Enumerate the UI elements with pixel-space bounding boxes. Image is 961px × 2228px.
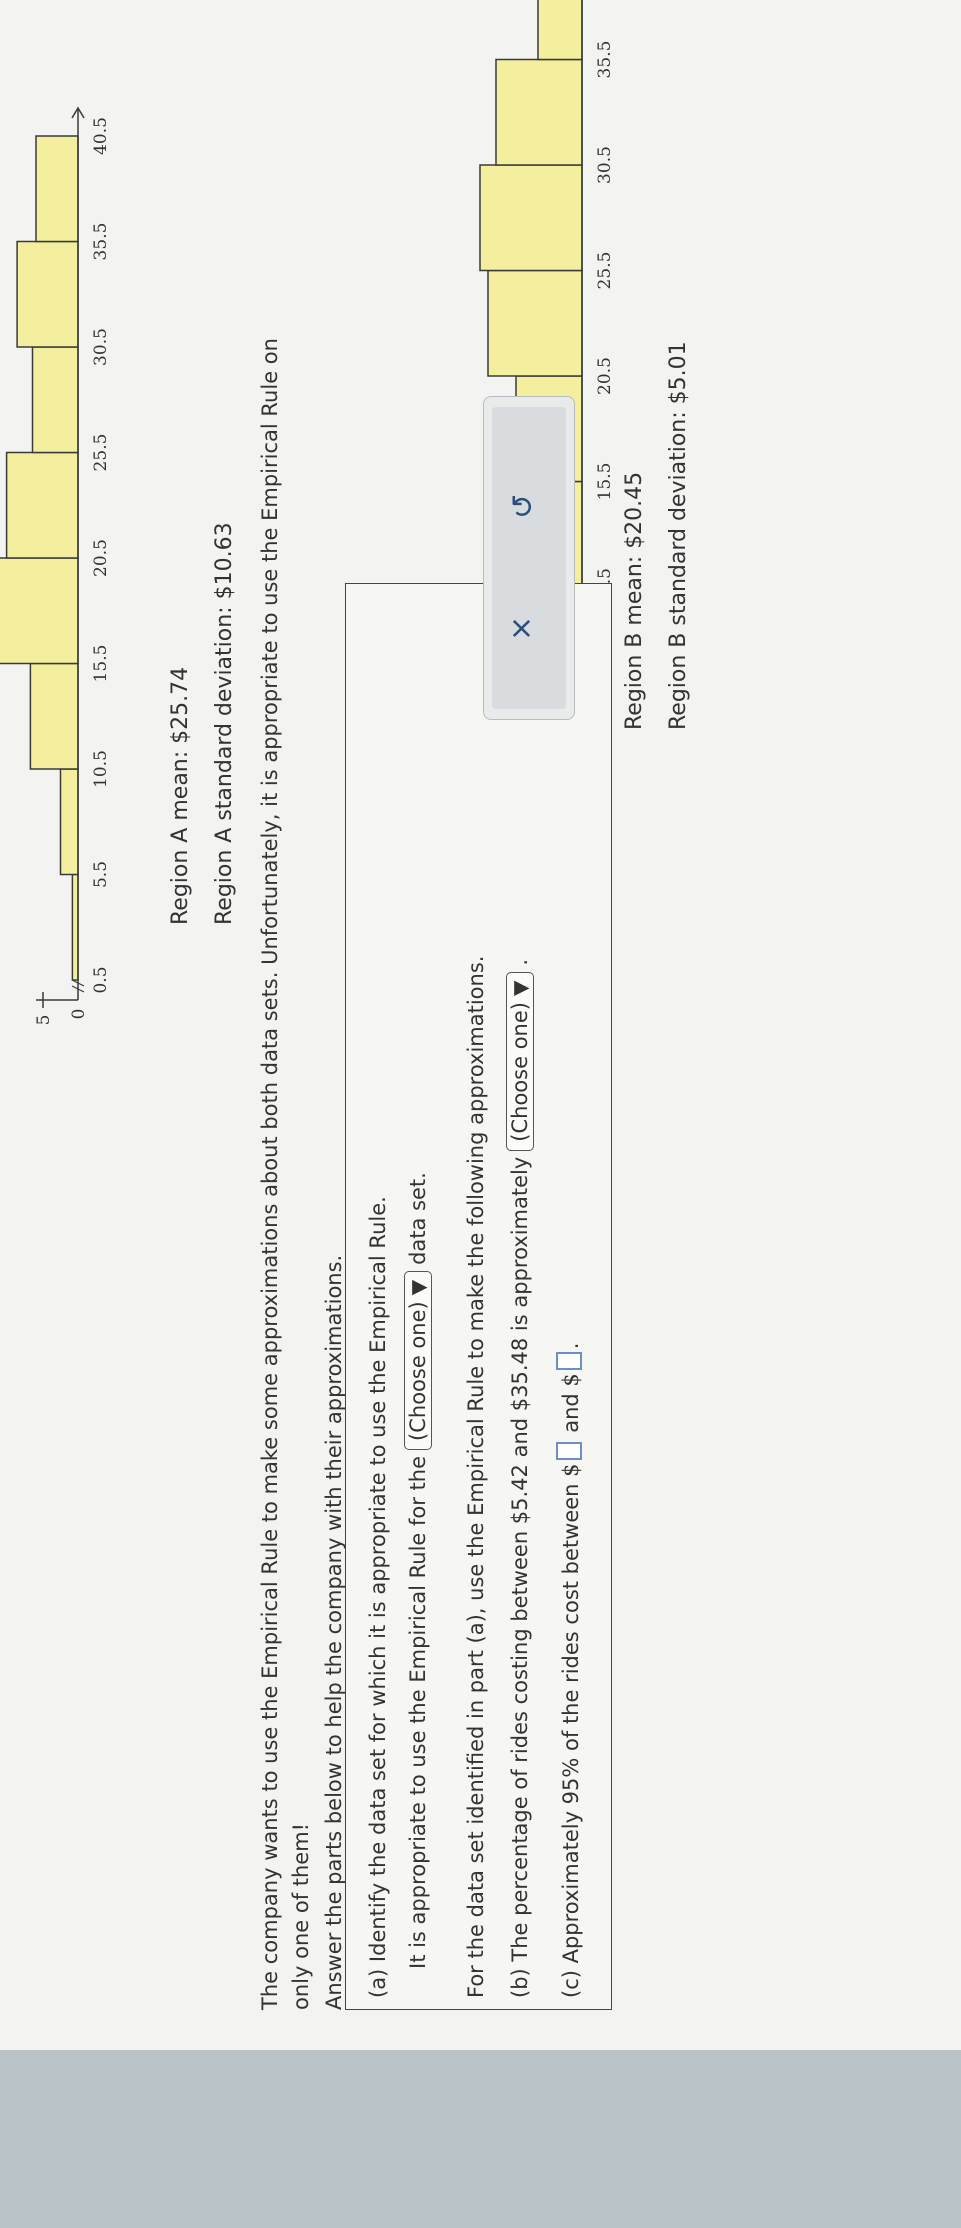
part-c-and: and <box>559 1393 583 1433</box>
x-tick-label: 25.5 <box>595 252 615 290</box>
histogram-bar <box>31 346 79 454</box>
histogram-bar <box>71 873 79 981</box>
x-tick-label: 30.5 <box>595 146 615 184</box>
part-a-dropdown-label: (Choose one) <box>406 1301 430 1441</box>
x-tick-label: 15.5 <box>91 645 111 683</box>
part-a-dropdown[interactable]: (Choose one) ▼ <box>404 1270 432 1450</box>
followup-text: For the data set identified in part (a),… <box>464 955 488 1998</box>
histogram-bar <box>5 451 79 559</box>
region-b-sd: Region B standard deviation: $5.01 <box>666 341 691 730</box>
region-b-histogram: 0.55.510.515.520.525.530.535.540.505 <box>479 0 615 843</box>
part-c-prefix: (c) Approximately 95% of the rides cost … <box>559 1483 583 1998</box>
histogram-bar <box>495 58 583 166</box>
part-c-line: (c) Approximately 95% of the rides cost … <box>556 1342 583 1998</box>
x-tick-label: 20.5 <box>91 539 111 577</box>
dollar-sign-1: $ <box>559 1463 583 1477</box>
histogram-bar <box>487 269 583 377</box>
y-tick-label: 5 <box>34 1015 54 1026</box>
answer-tool-panel: × ↺ <box>483 396 575 720</box>
y-tick-label: 0 <box>69 1009 89 1020</box>
part-b-suffix: . <box>508 958 532 966</box>
tool-panel-inner <box>492 407 566 709</box>
x-tick-label: 15.5 <box>595 463 615 501</box>
part-c-upper-input[interactable] <box>556 1352 582 1371</box>
clear-icon[interactable]: × <box>504 616 539 641</box>
intro-text-line2: only one of them! <box>289 1822 313 2010</box>
histogram-bar <box>537 0 583 61</box>
histogram-bar <box>59 768 79 876</box>
question-box: (a) Identify the data set for which it i… <box>345 583 612 2010</box>
part-c-lower-input[interactable] <box>556 1442 582 1461</box>
x-tick-label: 35.5 <box>595 41 615 79</box>
part-b-prefix: (b) The percentage of rides costing betw… <box>508 1156 532 1998</box>
histogram-bar <box>0 557 79 665</box>
x-tick-label: 30.5 <box>91 328 111 366</box>
instructions-text: Answer the parts below to help the compa… <box>322 1254 346 2010</box>
x-tick-label: 5.5 <box>91 861 111 888</box>
intro-text-line1: The company wants to use the Empirical R… <box>258 338 282 2010</box>
worksheet-paper: 0.55.510.515.520.525.530.535.540.505 0.5… <box>0 0 961 2050</box>
x-tick-label: 10.5 <box>91 750 111 788</box>
region-a-sd: Region A standard deviation: $10.63 <box>212 522 237 925</box>
x-tick-label: 20.5 <box>595 357 615 395</box>
region-a-mean: Region A mean: $25.74 <box>168 666 193 925</box>
part-a-prefix: It is appropriate to use the Empirical R… <box>406 1455 430 1969</box>
dropdown-arrow-icon: ▼ <box>508 980 532 997</box>
histogram-bar <box>479 164 583 272</box>
part-b-line: (b) The percentage of rides costing betw… <box>506 959 534 1998</box>
dropdown-arrow-icon: ▼ <box>406 1279 430 1296</box>
undo-icon[interactable]: ↺ <box>506 494 541 519</box>
rotated-content: 0.55.510.515.520.525.530.535.540.505 0.5… <box>0 0 961 2050</box>
histogram-bar <box>16 240 79 348</box>
part-c-suffix: . <box>559 1342 583 1350</box>
x-tick-label: 25.5 <box>91 434 111 472</box>
part-a-question: (a) Identify the data set for which it i… <box>366 1196 390 1998</box>
x-tick-label: 35.5 <box>91 223 111 261</box>
part-b-dropdown-label: (Choose one) <box>508 1002 532 1142</box>
dollar-sign-2: $ <box>559 1373 583 1387</box>
x-tick-label: 40.5 <box>91 117 111 155</box>
part-a-answer-line: It is appropriate to use the Empirical R… <box>404 1172 432 1969</box>
histogram-bar <box>29 662 79 770</box>
region-b-mean: Region B mean: $20.45 <box>622 471 647 730</box>
histogram-bar <box>35 135 79 243</box>
part-b-dropdown[interactable]: (Choose one) ▼ <box>506 971 534 1151</box>
part-a-suffix: data set. <box>406 1172 430 1265</box>
x-tick-label: 0.5 <box>91 966 111 993</box>
